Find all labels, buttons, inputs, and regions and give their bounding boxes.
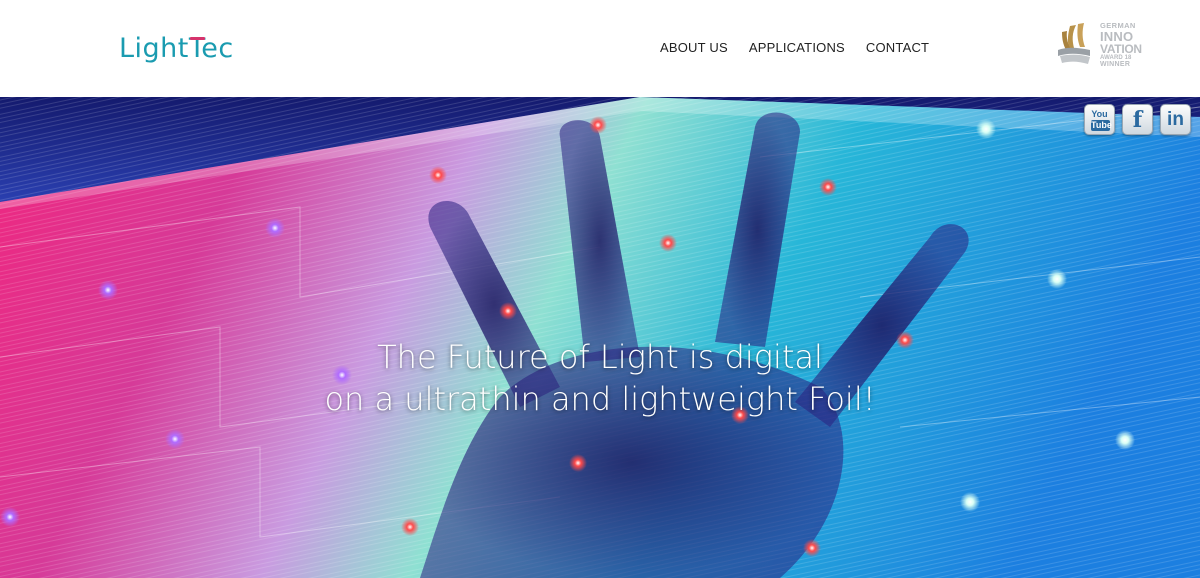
linkedin-link[interactable]: in bbox=[1160, 104, 1191, 135]
hero-headline-line-1: The Future of Light is digital bbox=[377, 338, 823, 376]
german-innovation-award-badge: GERMAN INNO VATION AWARD 18 WINNER bbox=[1050, 20, 1144, 68]
lighttec-logo[interactable]: Light Tec bbox=[119, 28, 234, 64]
logo-accent-bar bbox=[189, 37, 205, 40]
facebook-link[interactable]: f bbox=[1122, 104, 1153, 135]
hero-headline: The Future of Light is digital on a ultr… bbox=[0, 336, 1200, 420]
hero-headline-line-2: on a ultrathin and lightweight Foil! bbox=[324, 380, 876, 418]
facebook-icon: f bbox=[1132, 106, 1143, 133]
linkedin-icon: in bbox=[1167, 108, 1184, 130]
award-line-vation: VATION bbox=[1100, 41, 1142, 56]
youtube-icon-you: You bbox=[1091, 109, 1108, 119]
hero-banner: You Tube f in The Future of Light is dig… bbox=[0, 97, 1200, 578]
site-header: Light Tec ABOUT US APPLICATIONS CONTACT … bbox=[0, 0, 1200, 97]
youtube-icon-tube: Tube bbox=[1091, 120, 1112, 131]
logo-text-light: Light bbox=[119, 33, 189, 64]
youtube-icon: You Tube bbox=[1085, 105, 1114, 134]
nav-contact[interactable]: CONTACT bbox=[866, 40, 929, 55]
nav-about-us[interactable]: ABOUT US bbox=[660, 40, 728, 55]
nav-applications[interactable]: APPLICATIONS bbox=[749, 40, 845, 55]
youtube-link[interactable]: You Tube bbox=[1084, 104, 1115, 135]
main-nav: ABOUT US APPLICATIONS CONTACT bbox=[660, 40, 929, 55]
award-text: GERMAN INNO VATION AWARD 18 WINNER bbox=[1100, 22, 1146, 68]
logo-text-tec: Tec bbox=[189, 33, 234, 64]
award-crown-icon bbox=[1058, 23, 1090, 64]
award-line-winner: WINNER bbox=[1100, 60, 1131, 68]
award-line-inno: INNO bbox=[1100, 28, 1134, 44]
